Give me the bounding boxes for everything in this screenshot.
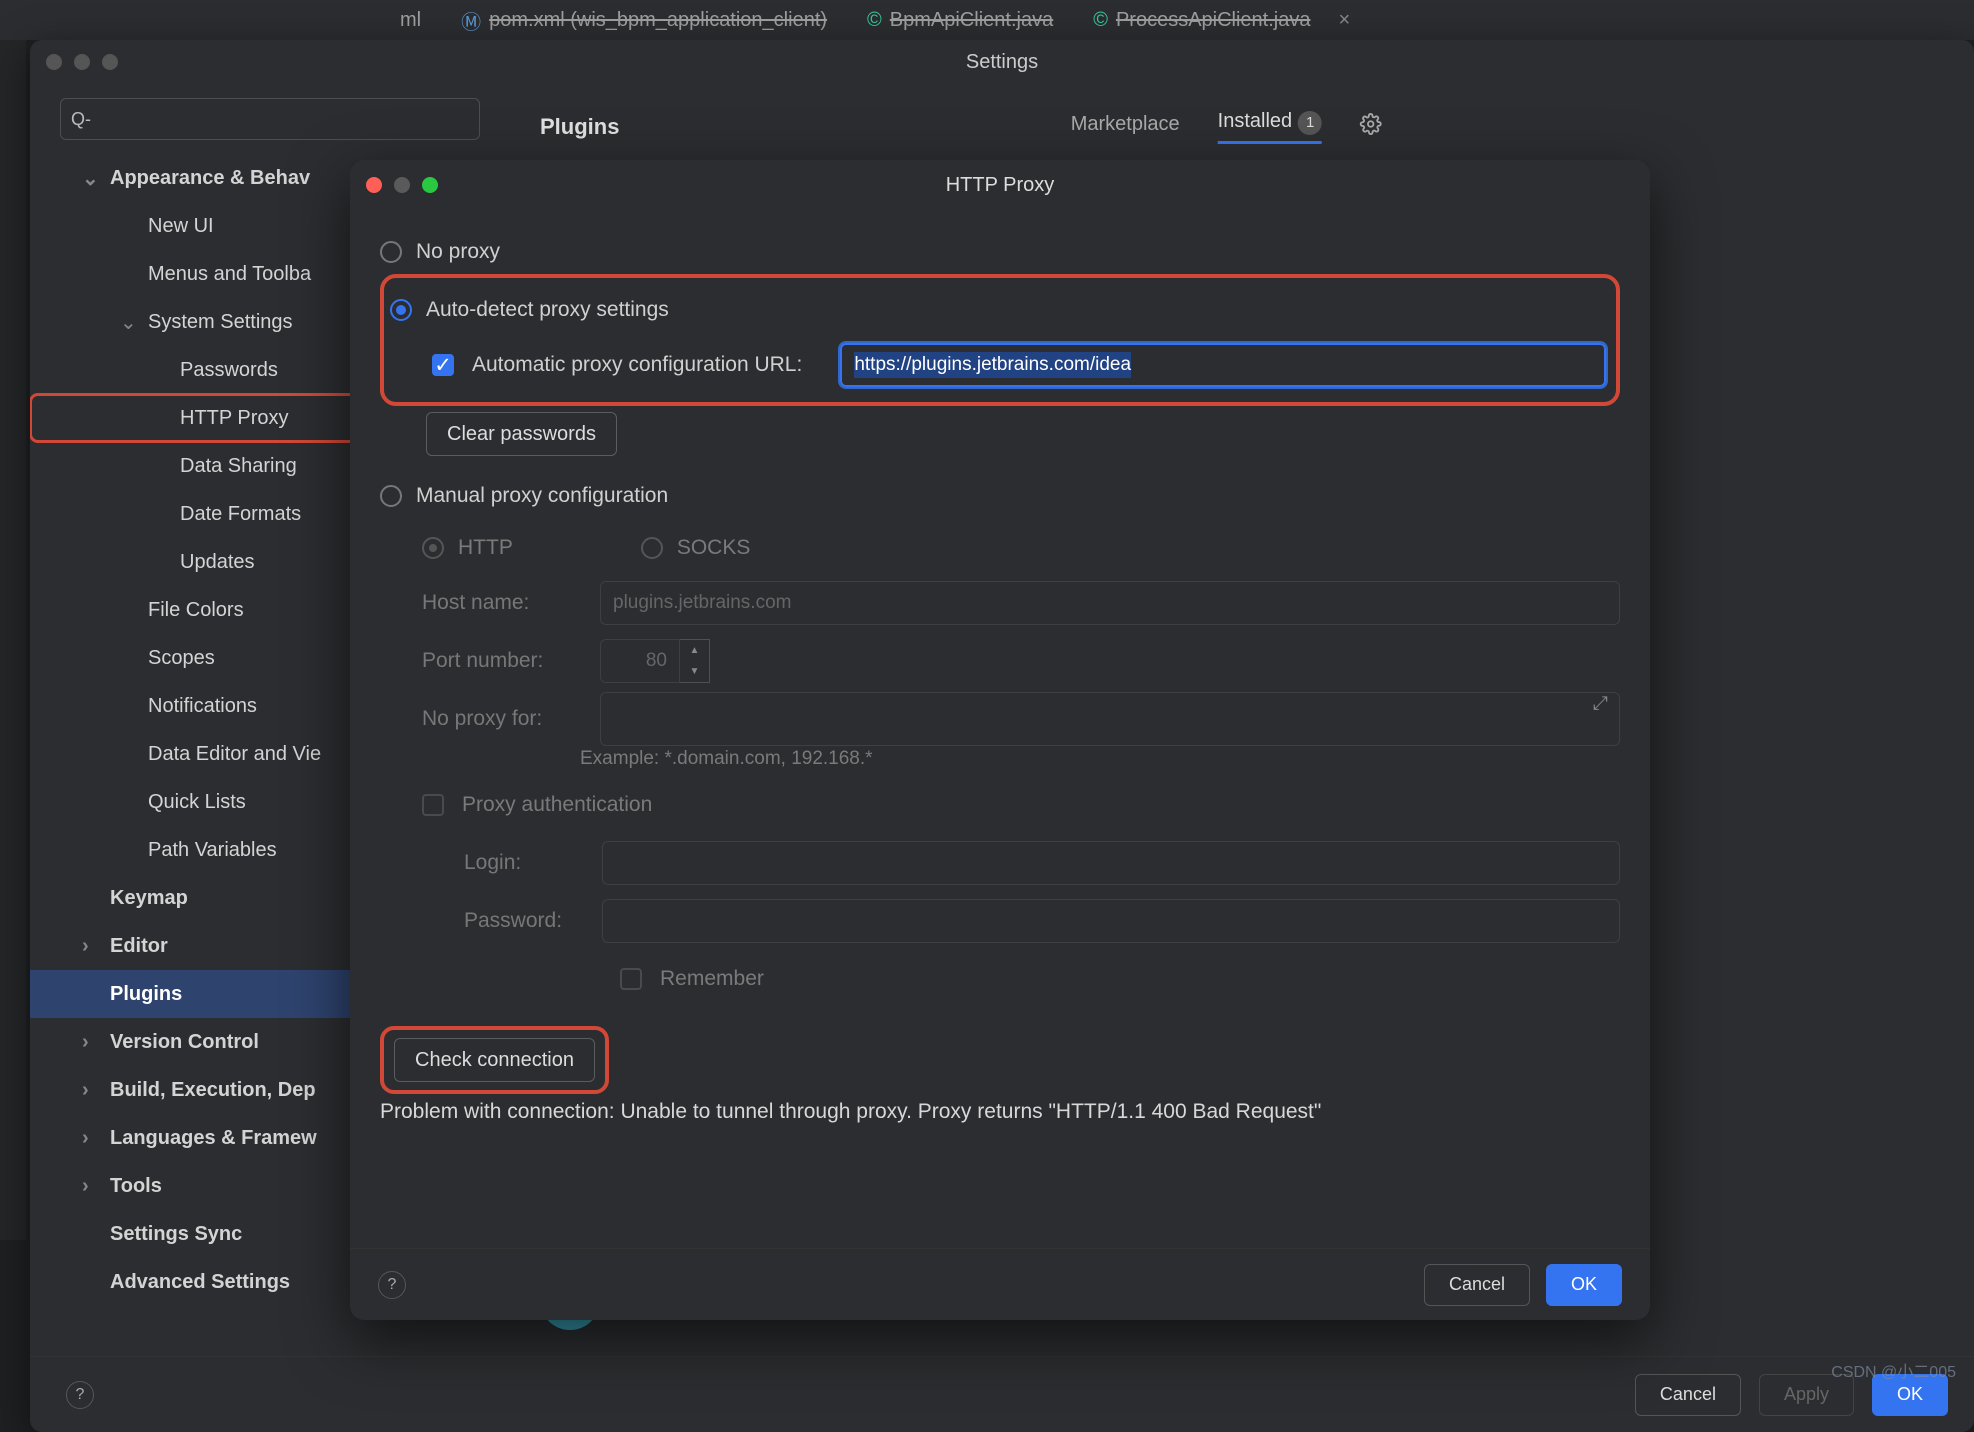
settings-title: Settings [966, 51, 1038, 74]
manual-type-row: HTTP SOCKS [422, 522, 1620, 574]
chevron-up-icon: ▲ [680, 640, 709, 661]
example-text: Example: *.domain.com, 192.168.* [580, 748, 1620, 770]
noproxy-row: No proxy for: ⤢ [422, 690, 1620, 748]
help-button[interactable]: ? [66, 1381, 94, 1409]
settings-search-input[interactable] [60, 98, 480, 140]
checkbox-remember [620, 968, 642, 990]
login-input [602, 841, 1620, 885]
chevron-right-icon: › [82, 1031, 89, 1054]
auto-url-label: Automatic proxy configuration URL: [472, 353, 802, 377]
ok-button[interactable]: OK [1546, 1264, 1622, 1306]
auth-row: Proxy authentication [422, 776, 1620, 834]
chevron-down-icon: ⌄ [120, 310, 137, 335]
remember-row: Remember [464, 950, 1620, 1008]
password-row: Password: [464, 892, 1620, 950]
connection-error-text: Problem with connection: Unable to tunne… [380, 1100, 1620, 1124]
chevron-down-icon: ⌄ [82, 166, 99, 191]
cancel-button[interactable]: Cancel [1424, 1264, 1530, 1306]
check-connection-button[interactable]: Check connection [394, 1038, 595, 1082]
window-close-icon[interactable] [366, 177, 382, 193]
tab-installed[interactable]: Installed1 [1218, 110, 1323, 144]
settings-titlebar: Settings [30, 40, 1974, 84]
port-row: Port number: ▲▼ [422, 632, 1620, 690]
check-connection-highlight: Check connection [380, 1026, 609, 1094]
chevron-right-icon: › [82, 1127, 89, 1150]
gear-icon[interactable] [1360, 113, 1382, 141]
login-row: Login: [464, 834, 1620, 892]
noproxy-input: ⤢ [600, 692, 1620, 746]
window-maximize-icon[interactable] [422, 177, 438, 193]
chevron-down-icon: ▼ [680, 661, 709, 682]
page-title: Plugins [540, 114, 619, 140]
editor-tabs-bg: ml Ⓜ pom.xml (wis_bpm_application_client… [0, 0, 1974, 40]
window-close-icon[interactable] [46, 54, 62, 70]
watermark: CSDN @小二005 [1831, 1358, 1956, 1382]
chevron-right-icon: › [82, 1175, 89, 1198]
host-input: plugins.jetbrains.com [600, 581, 1620, 625]
auto-detect-highlight: Auto-detect proxy settings ✓ Automatic p… [380, 274, 1620, 406]
radio-icon [380, 241, 402, 263]
cancel-button[interactable]: Cancel [1635, 1374, 1741, 1416]
window-minimize-icon [394, 177, 410, 193]
tab-marketplace[interactable]: Marketplace [1071, 113, 1180, 142]
auto-url-row: ✓ Automatic proxy configuration URL: htt… [432, 336, 1606, 394]
radio-auto-detect[interactable]: Auto-detect proxy settings [390, 284, 1606, 336]
editor-tab: © ProcessApiClient.java × [1093, 9, 1350, 32]
proxy-footer: ? Cancel OK [350, 1248, 1650, 1320]
proxy-titlebar: HTTP Proxy [350, 160, 1650, 210]
radio-icon [380, 485, 402, 507]
radio-icon [390, 299, 412, 321]
editor-tab: © BpmApiClient.java [867, 9, 1053, 32]
radio-manual[interactable]: Manual proxy configuration [380, 470, 1620, 522]
window-minimize-icon[interactable] [74, 54, 90, 70]
chevron-right-icon: › [82, 1079, 89, 1102]
clear-passwords-button[interactable]: Clear passwords [426, 412, 617, 456]
gutter-bg [0, 40, 26, 1240]
settings-footer: ? Cancel Apply OK [30, 1356, 1974, 1432]
checkbox-auth [422, 794, 444, 816]
window-maximize-icon[interactable] [102, 54, 118, 70]
expand-icon: ⤢ [1593, 693, 1608, 715]
checkbox-auto-url[interactable]: ✓ [432, 354, 454, 376]
chevron-right-icon: › [82, 935, 89, 958]
host-row: Host name: plugins.jetbrains.com [422, 574, 1620, 632]
password-input [602, 899, 1620, 943]
help-button[interactable]: ? [378, 1271, 406, 1299]
http-proxy-dialog: HTTP Proxy No proxy Auto-detect proxy se… [350, 160, 1650, 1320]
editor-tab: ml [400, 9, 421, 32]
proxy-title: HTTP Proxy [946, 174, 1055, 197]
auto-url-input[interactable]: https://plugins.jetbrains.com/idea [840, 343, 1606, 387]
port-spinner: ▲▼ [600, 639, 710, 683]
radio-http [422, 537, 444, 559]
plugins-header: Plugins Marketplace Installed1 [510, 84, 1974, 170]
radio-socks [641, 537, 663, 559]
editor-tab: Ⓜ pom.xml (wis_bpm_application_client) [461, 6, 827, 35]
radio-no-proxy[interactable]: No proxy [380, 226, 1620, 278]
installed-count-badge: 1 [1298, 111, 1322, 135]
